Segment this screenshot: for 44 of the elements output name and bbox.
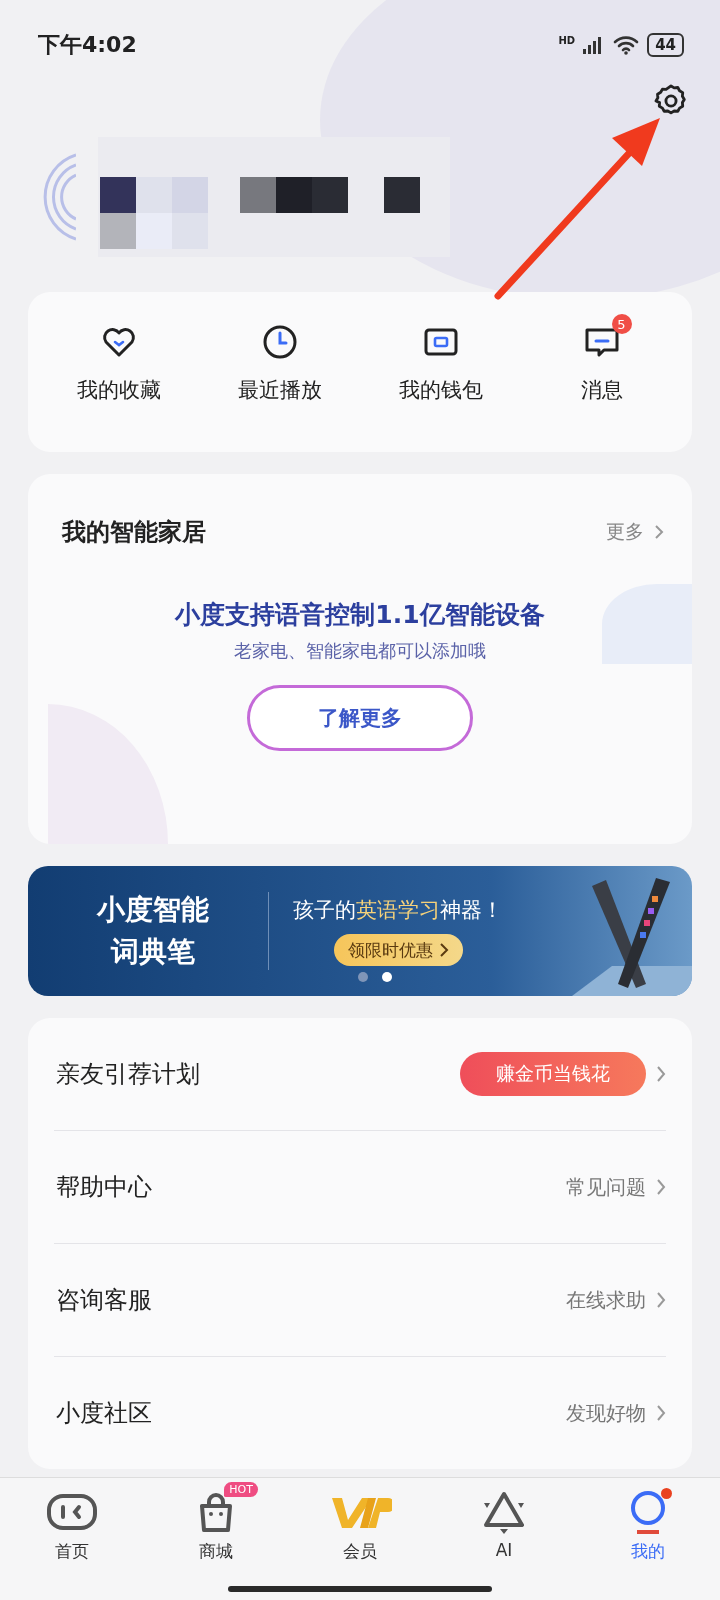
promo-banner[interactable]: 小度智能 词典笔 孩子的英语学习神器！ 领限时优惠 <box>28 866 692 996</box>
network-type: HD <box>558 35 576 46</box>
battery-icon: 44 <box>647 33 684 57</box>
hot-badge: HOT <box>224 1482 258 1497</box>
menu-row[interactable]: 亲友引荐计划 赚金币当钱花 <box>54 1018 666 1131</box>
chevron-icon <box>656 1178 666 1196</box>
menu-row[interactable]: 咨询客服 在线求助 <box>54 1244 666 1357</box>
promo-subline: 老家电、智能家电都可以添加哦 <box>234 639 486 663</box>
menu-row[interactable]: 帮助中心 常见问题 <box>54 1131 666 1244</box>
section-title: 我的智能家居 <box>62 517 206 548</box>
chevron-icon <box>656 1291 666 1309</box>
learn-more-button[interactable]: 了解更多 <box>247 685 473 751</box>
menu-row[interactable]: 小度社区 发现好物 <box>54 1357 666 1469</box>
quick-action[interactable]: 最近播放 <box>209 312 350 422</box>
chevron-icon <box>438 942 449 958</box>
page-dot[interactable] <box>382 972 392 982</box>
nav-tab[interactable]: 首页 <box>17 1480 127 1600</box>
nav-tab[interactable]: 会员 <box>305 1480 415 1600</box>
chevron-icon <box>656 1065 666 1083</box>
chevron-icon <box>654 524 664 540</box>
count-badge: 5 <box>611 314 632 334</box>
promo-headline: 小度支持语音控制1.1亿智能设备 <box>175 599 545 631</box>
deal-button[interactable]: 领限时优惠 <box>333 934 463 966</box>
banner-highlight: 英语学习 <box>356 897 440 924</box>
row-hint: 在线求助 <box>566 1286 646 1314</box>
quick-action[interactable]: 我的收藏 <box>48 312 189 422</box>
row-hint: 发现好物 <box>566 1399 646 1427</box>
nav-tab[interactable]: AI <box>449 1480 559 1600</box>
wifi-icon <box>613 35 640 55</box>
nav-tab[interactable]: 我的 <box>593 1480 703 1600</box>
quick-action[interactable]: 5 消息 <box>531 312 672 422</box>
nav-tab[interactable]: HOT 商城 <box>161 1480 271 1600</box>
more-link[interactable]: 更多 <box>606 519 664 545</box>
chevron-icon <box>656 1404 666 1422</box>
banner-headline: 神器！ <box>440 897 503 924</box>
page-dot[interactable] <box>358 972 368 982</box>
banner-headline: 孩子的 <box>293 897 356 924</box>
quick-action[interactable]: 我的钱包 <box>370 312 511 422</box>
banner-title: 词典笔 <box>111 934 195 970</box>
reward-tag: 赚金币当钱花 <box>460 1052 646 1096</box>
status-time: 下午4:02 <box>38 31 137 59</box>
tv-icon <box>46 1492 98 1532</box>
row-hint: 常见问题 <box>566 1173 646 1201</box>
banner-title: 小度智能 <box>97 892 209 928</box>
